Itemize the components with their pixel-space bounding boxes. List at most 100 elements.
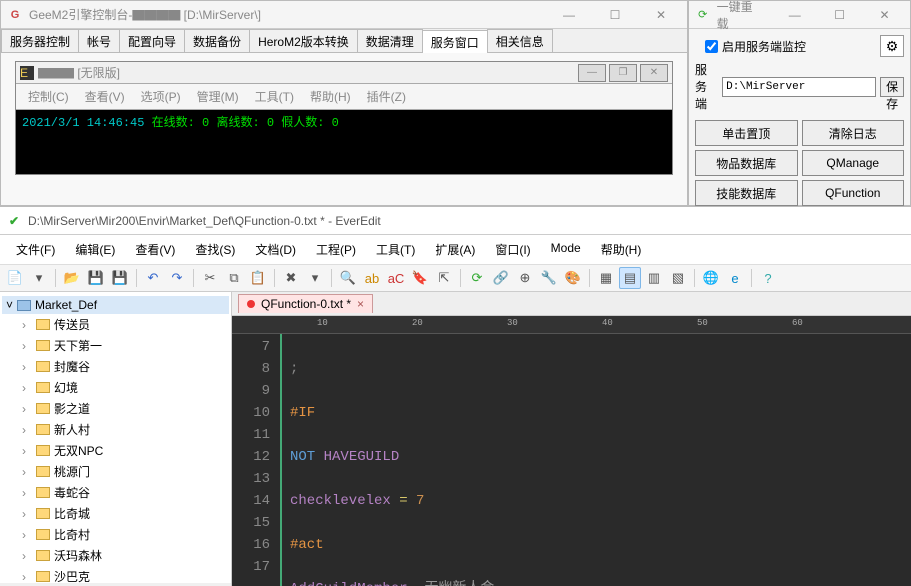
tree-item[interactable]: ›幻境 [2,377,229,398]
menu-options[interactable]: 选项(P) [133,86,189,107]
tree-item-label: 毒蛇谷 [54,484,90,501]
redo-icon[interactable]: ↷ [166,267,188,289]
tab-related[interactable]: 相关信息 [487,29,553,52]
server-path-input[interactable] [722,77,876,97]
qmanage-button[interactable]: QManage [802,150,905,176]
wrench-icon[interactable]: 🔧 [538,267,560,289]
reload-close-button[interactable]: ✕ [865,4,904,26]
item-db-button[interactable]: 物品数据库 [695,150,798,176]
menu-window[interactable]: 窗口(I) [485,239,540,260]
encoding-icon[interactable]: ⊕ [514,267,536,289]
help-icon[interactable]: ? [757,267,779,289]
menu-view[interactable]: 查看(V) [77,86,133,107]
save-icon[interactable]: 💾 [85,267,107,289]
reload-minimize-button[interactable]: — [775,4,814,26]
browser-icon[interactable]: e [724,267,746,289]
tab-service-window[interactable]: 服务窗口 [422,30,488,53]
mdi-restore-button[interactable]: ❐ [609,64,637,82]
tree-item[interactable]: ›沙巴克 [2,566,229,586]
tree-root[interactable]: ˅ Market_Def [2,296,229,314]
minimize-button[interactable]: — [549,4,589,26]
mdi-minimize-button[interactable]: — [578,64,606,82]
tab-backup[interactable]: 数据备份 [184,29,250,52]
panel4-icon[interactable]: ▧ [667,267,689,289]
mdi-close-button[interactable]: ✕ [640,64,668,82]
menu-plugins[interactable]: 插件(Z) [359,86,414,107]
goto-icon[interactable]: ⇱ [433,267,455,289]
tab-close-icon[interactable]: × [357,297,364,311]
find-files-icon[interactable]: aC [385,267,407,289]
panel3-icon[interactable]: ▥ [643,267,665,289]
palette-icon[interactable]: 🎨 [562,267,584,289]
tab-herom2[interactable]: HeroM2版本转换 [249,29,358,52]
undo-icon[interactable]: ↶ [142,267,164,289]
copy-icon[interactable]: ⧉ [223,267,245,289]
bookmark-icon[interactable]: 🔖 [409,267,431,289]
cut-icon[interactable]: ✂ [199,267,221,289]
menu-extend[interactable]: 扩展(A) [425,239,485,260]
tree-item[interactable]: ›传送员 [2,314,229,335]
enable-monitor-checkbox[interactable]: 启用服务端监控 [705,38,876,55]
editor-titlebar[interactable]: ✔ D:\MirServer\Mir200\Envir\Market_Def\Q… [0,207,911,235]
tab-account[interactable]: 帐号 [78,29,120,52]
tab-config[interactable]: 配置向导 [119,29,185,52]
tree-item[interactable]: ›比奇村 [2,524,229,545]
panel1-icon[interactable]: ▦ [595,267,617,289]
menu-mode[interactable]: Mode [541,239,591,260]
menu-edit[interactable]: 编辑(E) [65,239,125,260]
tab-server-control[interactable]: 服务器控制 [1,29,79,52]
code-area[interactable]: 7891011121314151617 ; #IF NOT HAVEGUILD … [232,334,911,586]
code-body[interactable]: ; #IF NOT HAVEGUILD checklevelex = 7 #ac… [282,334,911,586]
reload-titlebar[interactable]: ⟳ 一键重载 — ☐ ✕ [689,1,910,29]
tree-item[interactable]: ›无双NPC [2,440,229,461]
dropdown-icon[interactable]: ▾ [28,267,50,289]
panel2-icon[interactable]: ▤ [619,267,641,289]
menu-file[interactable]: 文件(F) [6,239,65,260]
menu-tools[interactable]: 工具(T) [247,86,302,107]
enable-monitor-input[interactable] [705,40,718,53]
tab-dataclean[interactable]: 数据清理 [357,29,423,52]
tree-item[interactable]: ›沃玛森林 [2,545,229,566]
tree-item[interactable]: ›比奇城 [2,503,229,524]
save-button[interactable]: 保存 [880,77,904,97]
menu-view[interactable]: 查看(V) [125,239,185,260]
menu-tools[interactable]: 工具(T) [366,239,425,260]
menu-search[interactable]: 查找(S) [185,239,245,260]
delete-icon[interactable]: ✖ [280,267,302,289]
save-all-icon[interactable]: 💾 [109,267,131,289]
tree-item[interactable]: ›天下第一 [2,335,229,356]
skill-db-button[interactable]: 技能数据库 [695,180,798,206]
find-icon[interactable]: 🔍 [337,267,359,289]
clear-log-button[interactable]: 清除日志 [802,120,905,146]
settings-gear-button[interactable]: ⚙ [880,35,904,57]
menu-manage[interactable]: 管理(M) [189,86,247,107]
close-button[interactable]: ✕ [641,4,681,26]
menu-help[interactable]: 帮助(H) [591,239,652,260]
file-tree[interactable]: ˅ Market_Def ›传送员›天下第一›封魔谷›幻境›影之道›新人村›无双… [0,292,232,586]
replace-icon[interactable]: ab [361,267,383,289]
refresh-icon[interactable]: ⟳ [466,267,488,289]
paste-icon[interactable]: 📋 [247,267,269,289]
editor-menu: 文件(F) 编辑(E) 查看(V) 查找(S) 文档(D) 工程(P) 工具(T… [0,235,911,265]
menu-control[interactable]: 控制(C) [20,86,77,107]
menu-project[interactable]: 工程(P) [306,239,366,260]
qfunction-button[interactable]: QFunction [802,180,905,206]
reload-maximize-button[interactable]: ☐ [820,4,859,26]
maximize-button[interactable]: ☐ [595,4,635,26]
tree-item[interactable]: ›新人村 [2,419,229,440]
editor-tab-qfunction[interactable]: QFunction-0.txt * × [238,294,373,313]
link-icon[interactable]: 🔗 [490,267,512,289]
tree-item[interactable]: ›桃源门 [2,461,229,482]
tree-item[interactable]: ›影之道 [2,398,229,419]
geem-titlebar[interactable]: G GeeM2引擎控制台-▇▇▇▇ [D:\MirServer\] — ☐ ✕ [1,1,687,29]
tree-item[interactable]: ›毒蛇谷 [2,482,229,503]
new-file-icon[interactable]: 📄 [4,267,26,289]
inner-titlebar[interactable]: E ▇▇▇ [无限版] — ❐ ✕ [16,62,672,84]
tree-item[interactable]: ›封魔谷 [2,356,229,377]
menu-document[interactable]: 文档(D) [245,239,306,260]
menu-help[interactable]: 帮助(H) [302,86,359,107]
open-file-icon[interactable]: 📂 [61,267,83,289]
pin-top-button[interactable]: 单击置顶 [695,120,798,146]
dropdown2-icon[interactable]: ▾ [304,267,326,289]
world-icon[interactable]: 🌐 [700,267,722,289]
